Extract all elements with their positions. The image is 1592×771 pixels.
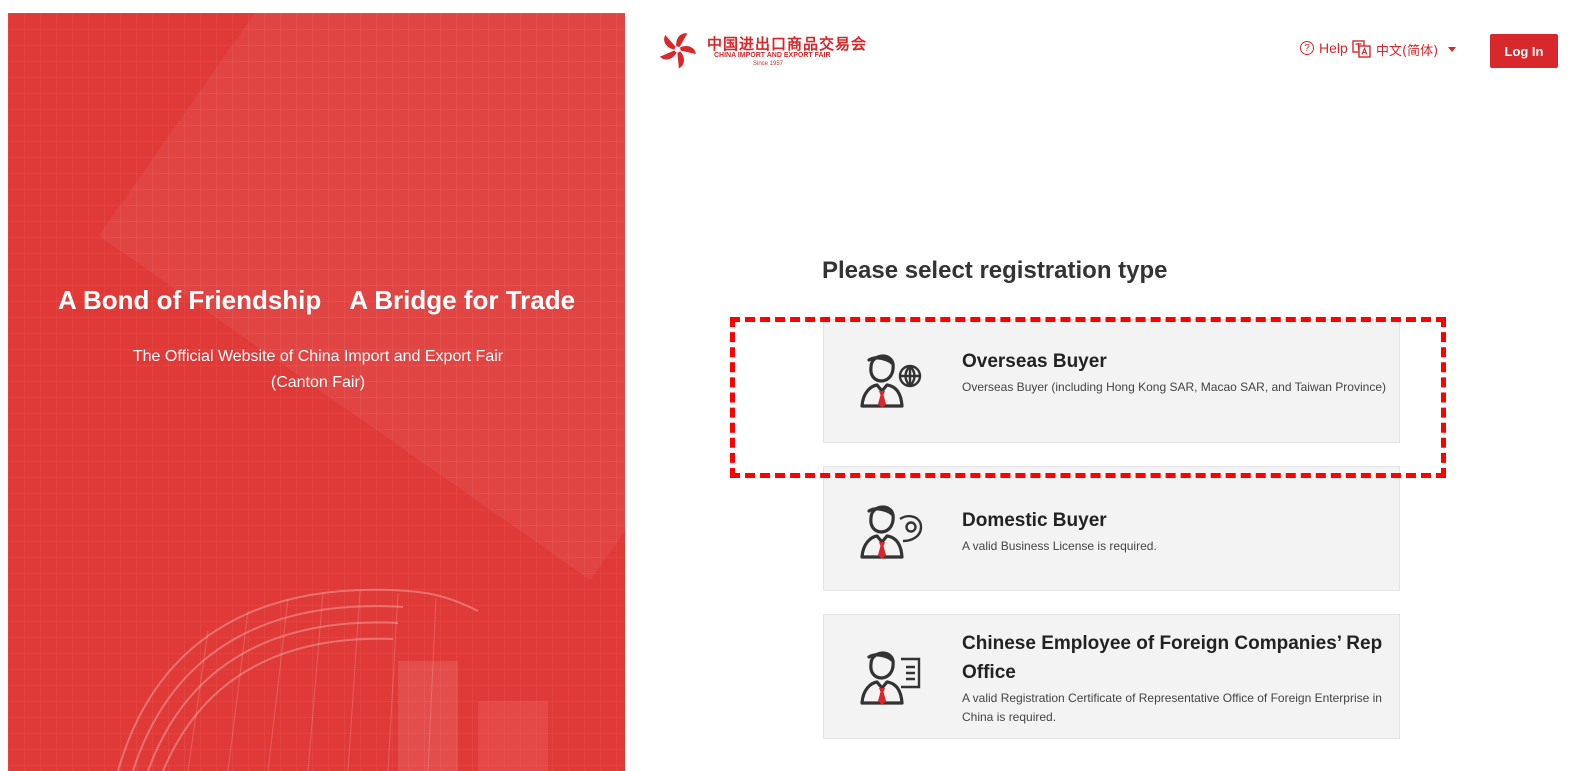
exhibition-hall-illustration <box>117 588 548 771</box>
logo-english-text: CHINA IMPORT AND EXPORT FAIR <box>714 52 831 59</box>
hero-panel: A Bond of Friendship A Bridge for Trade … <box>8 13 625 771</box>
buyer-globe-icon <box>860 354 922 408</box>
buyer-document-icon <box>860 651 921 705</box>
canton-fair-logo[interactable]: 中国进出口商品交易会 CHINA IMPORT AND EXPORT FAIR … <box>655 27 875 77</box>
logo-chinese-text: 中国进出口商品交易会 <box>707 35 868 53</box>
help-link[interactable]: ? Help <box>1300 40 1348 56</box>
buyer-location-icon <box>860 505 923 559</box>
option-description: A valid Business License is required. <box>962 539 1157 553</box>
option-description: Overseas Buyer (including Hong Kong SAR,… <box>962 380 1386 394</box>
registration-option-overseas-buyer[interactable]: Overseas Buyer Overseas Buyer (including… <box>823 319 1400 443</box>
registration-option-rep-office-employee[interactable]: Chinese Employee of Foreign Companies’ R… <box>823 614 1400 739</box>
registration-option-domestic-buyer[interactable]: Domestic Buyer A valid Business License … <box>823 466 1400 591</box>
option-title: Overseas Buyer <box>962 351 1107 372</box>
translate-icon <box>1352 40 1371 58</box>
caret-down-icon <box>1448 46 1457 52</box>
language-label: 中文(简体) <box>1376 43 1439 59</box>
flower-logo-icon <box>660 33 696 69</box>
option-title: Chinese Employee of Foreign Companies’ R… <box>962 633 1383 683</box>
login-button[interactable]: Log In <box>1490 34 1558 68</box>
option-description: A valid Registration Certificate of Repr… <box>962 691 1382 724</box>
language-selector[interactable]: 中文(简体) <box>1352 39 1457 59</box>
option-title: Domestic Buyer <box>962 510 1107 531</box>
hero-subtitle: The Official Website of China Import and… <box>132 348 504 391</box>
help-label: Help <box>1319 40 1348 56</box>
question-circle-icon: ? <box>1300 41 1314 55</box>
page-title: Please select registration type <box>822 257 1168 284</box>
logo-since-text: Since 1957 <box>753 61 784 67</box>
hero-title: A Bond of Friendship A Bridge for Trade <box>57 285 576 315</box>
